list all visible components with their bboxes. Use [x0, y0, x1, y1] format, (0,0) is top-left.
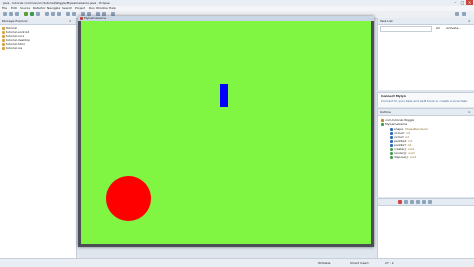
view-close-icon[interactable]: ×: [468, 110, 471, 114]
task-filter-bar: All Activate...: [380, 26, 473, 32]
connect-mylyn-title: Connect Mylyn: [381, 94, 406, 98]
open-type-icon[interactable]: [66, 12, 70, 16]
minimize-icon[interactable]: –: [452, 0, 459, 5]
maximize-icon[interactable]: □: [459, 0, 466, 5]
connect-mylyn-panel: Connect Mylyn Connect to your task and A…: [377, 92, 474, 107]
view-close-icon[interactable]: ×: [468, 19, 471, 23]
outline-title: Outline: [380, 110, 391, 114]
tree-item[interactable]: tutorial-ios: [2, 46, 22, 50]
menu-search[interactable]: Search: [62, 6, 72, 10]
print-icon[interactable]: [15, 12, 19, 16]
menu-navigate[interactable]: Navigate: [47, 6, 60, 10]
view-close-icon[interactable]: ×: [69, 19, 72, 23]
package-explorer: Package Explorer × Tutorial tutorial-and…: [0, 18, 77, 258]
game-canvas[interactable]: [81, 21, 371, 244]
method-icon: [390, 155, 393, 159]
task-list-view: Task List × All Activate...: [377, 18, 474, 90]
outline-header: Outline ×: [378, 109, 474, 116]
new-class-icon[interactable]: [57, 12, 61, 16]
menu-edit[interactable]: Edit: [11, 6, 17, 10]
paddle: [220, 84, 228, 107]
clear-console-icon[interactable]: [410, 200, 414, 204]
filter-all[interactable]: All: [436, 26, 440, 30]
app-title: Java - tutorial-common/src/tutorial/Wigg…: [3, 1, 110, 5]
pin-console-icon[interactable]: [422, 200, 426, 204]
game-window[interactable]: MyGameGame: [78, 16, 374, 247]
console-view: [377, 198, 474, 259]
scroll-lock-icon[interactable]: [416, 200, 420, 204]
outline-item-label: dispose(): [394, 155, 408, 159]
menu-help[interactable]: Help: [109, 6, 116, 10]
find-input[interactable]: [380, 26, 432, 32]
display-console-icon[interactable]: [428, 200, 432, 204]
outline-item[interactable]: dispose(): void: [390, 155, 416, 159]
search-icon[interactable]: [72, 12, 76, 16]
new-java-project-icon[interactable]: [45, 12, 49, 16]
connect-mylyn-link[interactable]: Connect to your task and ALM tools or cr…: [381, 99, 473, 103]
run-icon[interactable]: [30, 12, 34, 16]
game-window-title-text: MyGameGame: [84, 16, 107, 20]
menu-project[interactable]: Project: [75, 6, 85, 10]
terminate-icon[interactable]: [398, 200, 402, 204]
task-list-header: Task List ×: [378, 18, 474, 25]
class-icon: [381, 122, 384, 126]
game-window-title: MyGameGame: [80, 16, 106, 20]
debug-icon[interactable]: [24, 12, 28, 16]
console-header: [378, 199, 474, 206]
filter-activate[interactable]: Activate...: [446, 26, 461, 30]
libgdx-icon: [80, 16, 83, 20]
tree-item-label: tutorial-ios: [6, 46, 23, 50]
package-explorer-header: Package Explorer ×: [0, 18, 76, 25]
task-list-title: Task List: [380, 19, 393, 23]
java-perspective-icon[interactable]: [455, 12, 459, 16]
new-icon[interactable]: [3, 12, 7, 16]
close-icon[interactable]: ×: [466, 0, 473, 5]
project-icon: [2, 46, 5, 50]
menu-refactor[interactable]: Refactor: [33, 6, 46, 10]
save-icon[interactable]: [9, 12, 13, 16]
debug-perspective-icon[interactable]: [462, 12, 466, 16]
menu-file[interactable]: File: [2, 6, 7, 10]
status-cursor-position: 27 : 2: [385, 261, 394, 265]
external-tools-icon[interactable]: [36, 12, 40, 16]
outline-view: Outline × com.tutorial.Wiggle MyGameGame…: [377, 108, 474, 197]
menu-window[interactable]: Window: [96, 6, 108, 10]
ball: [106, 176, 151, 221]
outline-item-type: : void: [407, 155, 417, 159]
menu-run[interactable]: Run: [89, 6, 95, 10]
menu-source[interactable]: Source: [20, 6, 30, 10]
outline-item-label: MyGameGame: [385, 122, 408, 126]
package-explorer-title: Package Explorer: [2, 19, 28, 23]
outline-item[interactable]: MyGameGame: [381, 122, 407, 126]
status-writable: Writable: [318, 261, 331, 265]
remove-launch-icon[interactable]: [404, 200, 408, 204]
new-package-icon[interactable]: [51, 12, 55, 16]
status-insert-mode: Smart Insert: [350, 261, 369, 265]
